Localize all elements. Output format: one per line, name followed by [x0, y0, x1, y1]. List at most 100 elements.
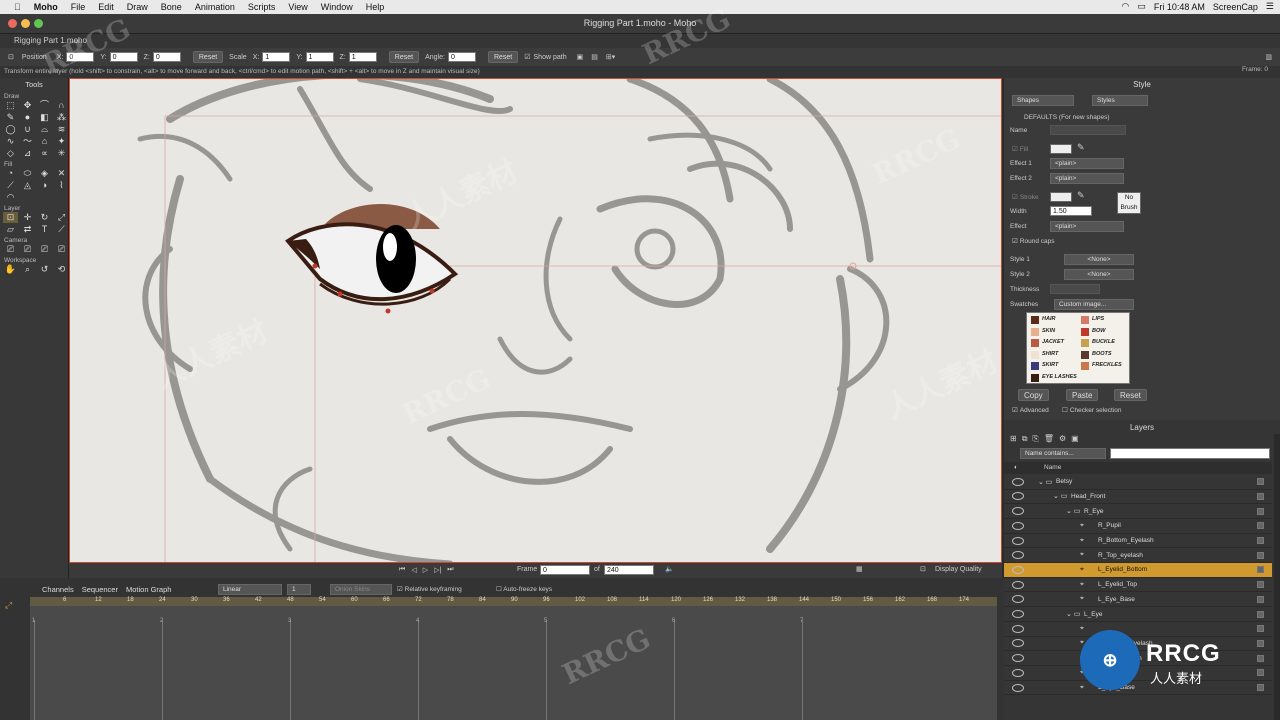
tab-motion-graph[interactable]: Motion Graph: [126, 585, 171, 594]
scale-z-field[interactable]: 1: [348, 52, 377, 62]
delete-layer-icon[interactable]: 🗑: [1044, 434, 1054, 444]
transform-points-icon[interactable]: ✥: [20, 100, 35, 111]
layers-scrollbar[interactable]: [1274, 434, 1280, 720]
translate-icon[interactable]: ⤢: [54, 212, 69, 223]
duplicate-layer-icon[interactable]: ⧉: [1022, 434, 1028, 444]
layer-options-checkbox[interactable]: [1257, 537, 1264, 545]
layer-settings-icon[interactable]: ⚙: [1059, 434, 1066, 444]
canvas[interactable]: [69, 78, 1002, 563]
layer-options-icon[interactable]: ▤: [591, 53, 598, 61]
menu-draw[interactable]: Draw: [127, 2, 148, 12]
stroke-color-swatch[interactable]: [1050, 192, 1072, 202]
frame-field[interactable]: 0: [540, 565, 590, 575]
apple-icon[interactable]: : [14, 2, 21, 12]
orbit-icon[interactable]: ⟲: [54, 264, 69, 275]
fill-brush-icon[interactable]: ✎: [1077, 142, 1085, 153]
paint-bucket-icon[interactable]: ◈: [37, 168, 52, 179]
layer-row[interactable]: ⌖ R_Bottom_Eyelash: [1004, 534, 1272, 549]
shear-icon[interactable]: ✦: [54, 136, 69, 147]
layer-row[interactable]: ⌄ ▭ Betsy: [1004, 475, 1272, 490]
swatch-chip[interactable]: [1031, 339, 1039, 347]
blob-brush-icon[interactable]: ●: [20, 112, 35, 123]
reset-button[interactable]: Reset: [1114, 389, 1147, 401]
clock[interactable]: Fri 10:48 AM: [1154, 2, 1205, 12]
curvature-icon[interactable]: ∩: [54, 100, 69, 111]
eye-icon[interactable]: [1012, 551, 1024, 560]
switch-layer-icon[interactable]: ⇄: [20, 224, 35, 235]
align-icon[interactable]: ⊞▾: [606, 53, 615, 61]
paste-button[interactable]: Paste: [1066, 389, 1099, 401]
delete-edge-icon[interactable]: ✕: [54, 168, 69, 179]
scatter-icon[interactable]: ⁂: [54, 112, 69, 123]
menu-file[interactable]: File: [71, 2, 86, 12]
layer-options-checkbox[interactable]: [1257, 669, 1264, 677]
layer-options-checkbox[interactable]: [1257, 654, 1264, 662]
step-back-icon[interactable]: ◁: [411, 566, 416, 574]
layer-options-checkbox[interactable]: [1257, 566, 1264, 574]
layer-options-checkbox[interactable]: [1257, 684, 1264, 692]
menu-animation[interactable]: Animation: [195, 2, 235, 12]
track-camera-icon[interactable]: ⎚: [3, 244, 18, 255]
list-icon[interactable]: ☰: [1266, 1, 1274, 12]
rewind-icon[interactable]: ⏮: [399, 566, 405, 574]
eye-icon[interactable]: [1012, 595, 1024, 604]
auto-freeze-checkbox[interactable]: ☐ Auto-freeze keys: [496, 585, 552, 593]
eye-icon[interactable]: [1012, 683, 1024, 692]
new-layer-icon[interactable]: ⊞: [1010, 434, 1017, 444]
menu-bone[interactable]: Bone: [161, 2, 182, 12]
swatch-chip[interactable]: [1081, 362, 1089, 370]
stroke-exposure-icon[interactable]: ◑: [37, 180, 52, 191]
roll-camera-icon[interactable]: ⎚: [37, 244, 52, 255]
eyedropper-icon[interactable]: ◠: [3, 192, 18, 203]
transform-layer-tool-icon[interactable]: ⊡: [3, 212, 18, 223]
layer-options-checkbox[interactable]: [1257, 522, 1264, 530]
display-quality-button[interactable]: Display Quality: [935, 566, 982, 573]
swatch-chip[interactable]: [1081, 350, 1089, 359]
pan-tilt-camera-icon[interactable]: ⎚: [54, 244, 69, 255]
relative-keyframing-checkbox[interactable]: ☑ Relative keyframing: [397, 585, 462, 593]
set-origin-icon[interactable]: ✛: [20, 212, 35, 223]
menu-scripts[interactable]: Scripts: [248, 2, 276, 12]
style1-dropdown[interactable]: <None>: [1064, 254, 1134, 265]
menu-view[interactable]: View: [288, 2, 307, 12]
layer-options-checkbox[interactable]: [1257, 625, 1264, 633]
tab-sequencer[interactable]: Sequencer: [82, 585, 118, 594]
reset-angle-button[interactable]: Reset: [487, 51, 519, 63]
doc-tab[interactable]: Rigging Part 1.moho: [14, 36, 87, 45]
interpolation-dropdown[interactable]: Linear: [218, 584, 282, 595]
layer-options-checkbox[interactable]: [1257, 639, 1264, 647]
layer-row[interactable]: ⌖ L_Eyelid_Bottom: [1004, 563, 1272, 578]
quality-icon[interactable]: ⊡: [920, 565, 926, 573]
styles-dropdown[interactable]: Styles: [1092, 95, 1148, 106]
round-caps-checkbox[interactable]: ☑ Round caps: [1004, 234, 1280, 248]
filter-input[interactable]: [1110, 448, 1270, 459]
line-width-icon[interactable]: ⟋: [3, 180, 18, 191]
layer-row[interactable]: ⌖L_Eye_Base: [1004, 681, 1272, 696]
angle-field[interactable]: 0: [447, 52, 476, 62]
curve-profile-icon[interactable]: ⌇: [54, 180, 69, 191]
battery-icon[interactable]: ▭: [1137, 1, 1146, 12]
record-icon[interactable]: ▣: [577, 53, 584, 61]
show-path-checkbox[interactable]: ☑: [524, 53, 530, 61]
scatter-brush-icon[interactable]: ✳: [54, 148, 69, 159]
warp-icon[interactable]: ∝: [37, 148, 52, 159]
layer-row[interactable]: ⌄ ▭ Head_Front: [1004, 490, 1272, 505]
eraser-icon[interactable]: ◧: [37, 112, 52, 123]
layer-row[interactable]: ⌄ ▭ R_Eye: [1004, 504, 1272, 519]
panel-toggle-icon[interactable]: ▥: [1265, 53, 1272, 61]
step-forward-icon[interactable]: ▷|: [434, 566, 441, 574]
layer-row[interactable]: ⌖L_Eye_Base: [1004, 593, 1272, 608]
rotate-layer-icon[interactable]: ↻: [37, 212, 52, 223]
create-shape-icon[interactable]: ⬭: [20, 168, 35, 179]
frame-ruler[interactable]: 6 12 18 24 30 36 42 48 54 60 66 72 78 84 90 96 102 108 114…: [30, 597, 997, 606]
total-frames-field[interactable]: 240: [604, 565, 654, 575]
swatch-chip[interactable]: [1031, 350, 1039, 359]
position-x-field[interactable]: 0: [66, 52, 95, 62]
checker-selection-checkbox[interactable]: ☐ Checker selection: [1056, 403, 1156, 417]
eye-icon[interactable]: [1012, 565, 1024, 574]
add-point-icon[interactable]: ⌒: [37, 100, 52, 111]
eye-icon[interactable]: [1012, 507, 1024, 516]
shear-layer-icon[interactable]: ▱: [3, 224, 18, 235]
select-shape-icon[interactable]: ◔: [3, 168, 18, 179]
width-field[interactable]: 1.50: [1050, 206, 1092, 216]
